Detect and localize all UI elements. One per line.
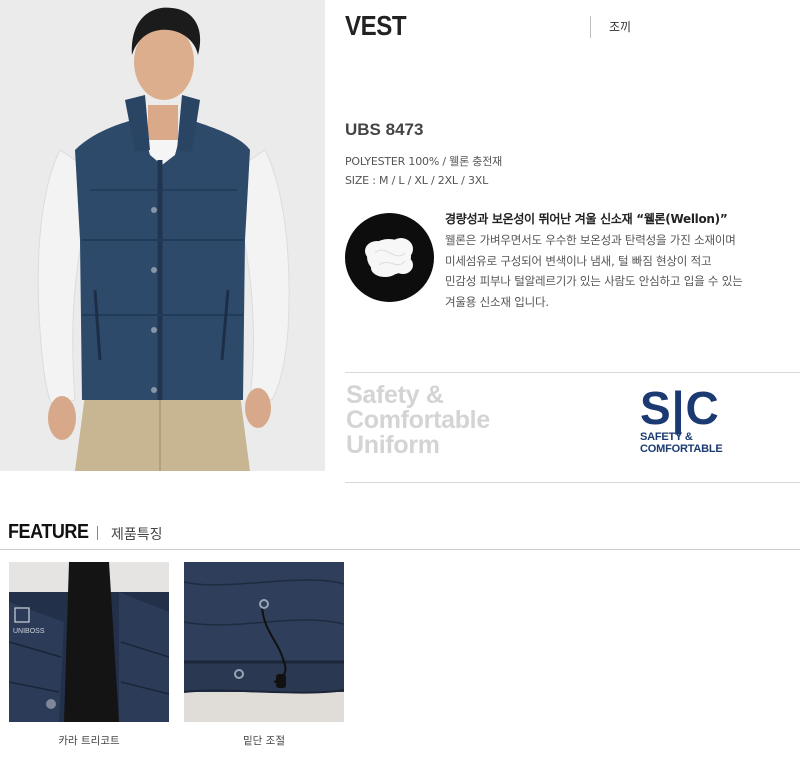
feature-divider xyxy=(97,526,98,540)
fiber-description: 경량성과 보온성이 뛰어난 겨울 신소재 “웰론(Wellon)” 웰론은 가벼… xyxy=(445,210,790,312)
sc-brand-logo: S|C SAFETY & COMFORTABLE xyxy=(640,385,730,465)
collar-tricot-illustration: UNIBOSS xyxy=(9,562,169,722)
wellon-fiber-image xyxy=(345,213,434,302)
fiber-line: 겨울용 신소재 입니다. xyxy=(445,294,549,309)
feature-caption: 밑단 조절 xyxy=(243,735,285,747)
feature-caption: 카라 트리코트 xyxy=(58,735,120,747)
sc-logo-subtitle: COMFORTABLE xyxy=(640,443,723,455)
title-divider xyxy=(590,16,591,38)
fiber-line: 민감성 피부나 털알레르기가 있는 사람도 안심하고 입을 수 있는 xyxy=(445,274,743,288)
tagline-line: Comfortable xyxy=(346,406,490,434)
product-title: VEST xyxy=(345,10,407,41)
fiber-heading: 경량성과 보온성이 뛰어난 겨울 신소재 “웰론(Wellon)” xyxy=(445,212,728,226)
fiber-line: 미세섬유로 구성되어 변색이나 냄새, 털 빠짐 현상이 적고 xyxy=(445,253,712,268)
product-subtitle: 조끼 xyxy=(609,20,632,34)
sc-logo-letters: S|C xyxy=(640,382,720,434)
feature-subheading: 제품특징 xyxy=(111,527,163,543)
feature-rule xyxy=(0,549,800,550)
product-sizes: SIZE : M / L / XL / 2XL / 3XL xyxy=(345,174,489,187)
brand-tagline: Safety & Comfortable Uniform xyxy=(346,383,490,458)
vest-model-illustration xyxy=(0,0,325,471)
product-model-photo xyxy=(0,0,325,471)
tagline-line: Uniform xyxy=(346,431,440,459)
section-divider xyxy=(345,482,800,483)
uniboss-tag-icon: UNIBOSS xyxy=(13,628,45,635)
feature-heading: FEATURE xyxy=(8,521,89,543)
section-divider xyxy=(345,372,800,373)
hem-drawcord-illustration xyxy=(184,562,344,722)
tagline-line: Safety & xyxy=(346,381,444,409)
fiber-tuft-icon xyxy=(365,238,413,277)
collar-detail-photo: UNIBOSS xyxy=(9,562,169,722)
hem-drawcord-photo xyxy=(184,562,344,722)
product-code: UBS 8473 xyxy=(345,120,424,139)
fiber-line: 웰론은 가벼우면서도 우수한 보온성과 탄력성을 가진 소재이며 xyxy=(445,233,736,247)
product-material: POLYESTER 100% / 웰론 충전재 xyxy=(345,155,503,168)
